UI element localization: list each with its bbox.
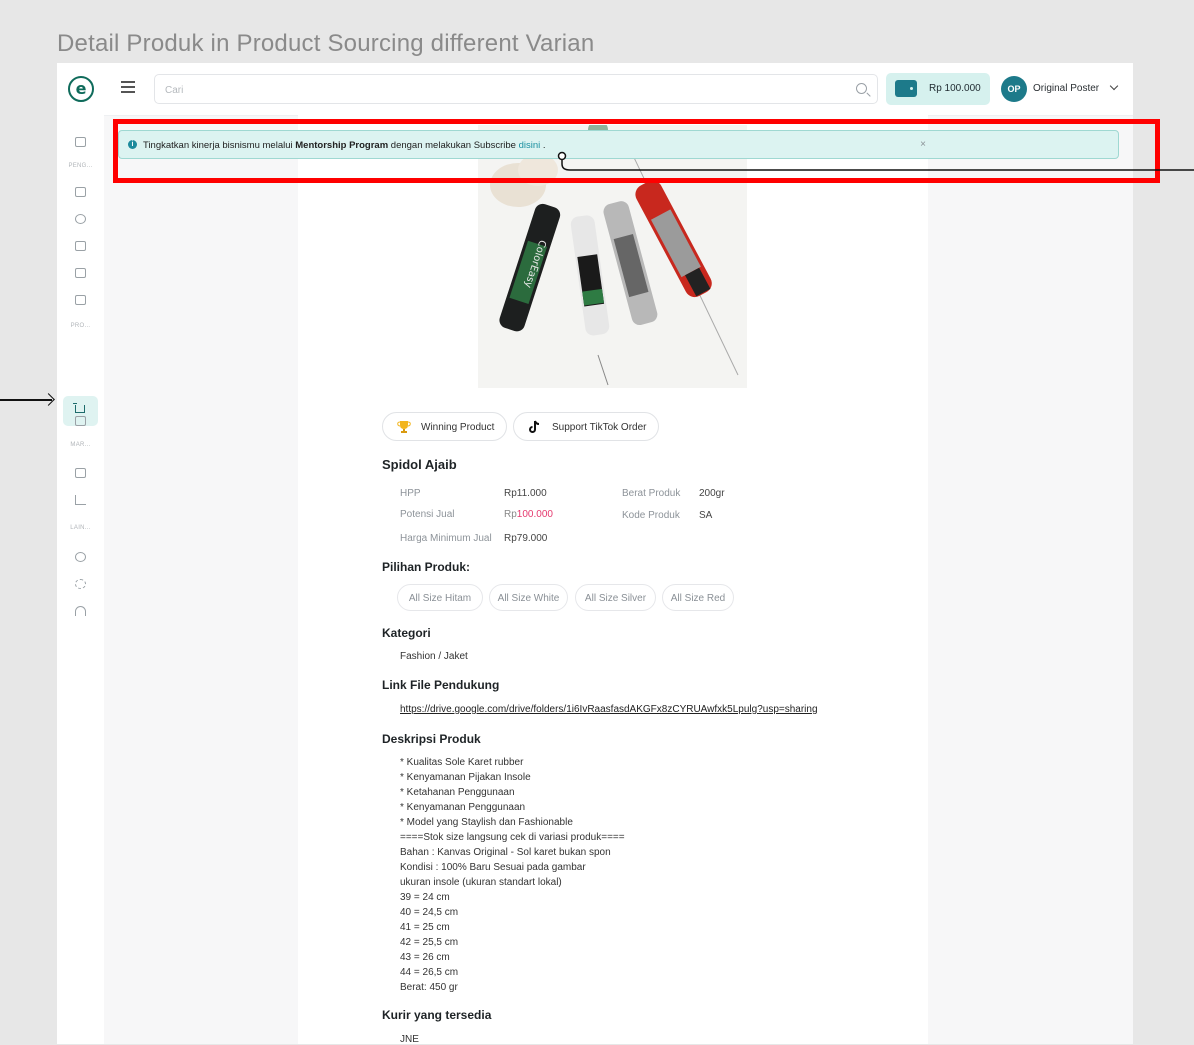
harga-min-label: Harga Minimum Jual bbox=[400, 533, 492, 544]
kode-value: SA bbox=[699, 510, 713, 521]
berat-value: 200gr bbox=[699, 488, 725, 499]
frame-title: Detail Produk in Product Sourcing differ… bbox=[57, 30, 595, 57]
description-line: 44 = 26,5 cm bbox=[400, 967, 459, 978]
search-icon[interactable] bbox=[856, 83, 867, 94]
top-bar: e Rp 100.000 OP Original Poster bbox=[57, 63, 1133, 116]
harga-min-value: Rp79.000 bbox=[504, 533, 548, 544]
description-line: * Kenyamanan Pijakan Insole bbox=[400, 772, 531, 783]
description-title: Deskripsi Produk bbox=[382, 732, 481, 746]
search-box[interactable] bbox=[154, 74, 878, 104]
variant-label: All Size Hitam bbox=[408, 593, 472, 604]
potensi-amount: 100.000 bbox=[516, 509, 553, 520]
tiktok-icon bbox=[529, 420, 540, 433]
avatar[interactable]: OP bbox=[1001, 76, 1027, 102]
megaphone-icon[interactable] bbox=[75, 468, 86, 478]
category-title: Kategori bbox=[382, 626, 431, 640]
hpp-label: HPP bbox=[400, 488, 421, 499]
description-line: * Model yang Staylish dan Fashionable bbox=[400, 817, 573, 828]
cart-icon bbox=[73, 403, 85, 413]
sidebar-section-label: PENG... bbox=[68, 163, 93, 169]
description-line: * Kenyamanan Penggunaan bbox=[400, 802, 526, 813]
tag-label: Winning Product bbox=[421, 422, 495, 433]
wallet-icon bbox=[895, 80, 917, 97]
username[interactable]: Original Poster bbox=[1033, 83, 1099, 94]
sidebar-section-label: MAR... bbox=[70, 442, 91, 448]
variant-label: All Size Silver bbox=[584, 593, 647, 604]
chart-icon[interactable] bbox=[75, 495, 86, 505]
hpp-value: Rp11.000 bbox=[504, 488, 547, 499]
courier-item: JNE bbox=[400, 1034, 419, 1045]
sidebar-section-label: PRO... bbox=[70, 323, 91, 329]
variant-chip[interactable]: All Size Red bbox=[662, 584, 734, 611]
headset-icon[interactable] bbox=[75, 606, 86, 616]
product-name: Spidol Ajaib bbox=[382, 457, 457, 472]
potensi-jual-value: Rp100.000 bbox=[504, 509, 553, 520]
variant-label: All Size White bbox=[497, 593, 560, 604]
catalog-icon[interactable] bbox=[75, 416, 86, 426]
kode-label: Kode Produk bbox=[622, 510, 680, 521]
category-value: Fashion / Jaket bbox=[400, 651, 468, 662]
description-line: ukuran insole (ukuran standart lokal) bbox=[400, 877, 562, 888]
description-line: Kondisi : 100% Baru Sesuai pada gambar bbox=[400, 862, 586, 873]
variant-label: All Size Red bbox=[670, 593, 726, 604]
tag-support-tiktok: Support TikTok Order bbox=[513, 412, 659, 441]
description-line: 39 = 24 cm bbox=[400, 892, 450, 903]
description-line: * Kualitas Sole Karet rubber bbox=[400, 757, 524, 768]
tag-label: Support TikTok Order bbox=[552, 422, 647, 433]
dashboard-icon[interactable] bbox=[75, 137, 86, 147]
chevron-down-icon[interactable] bbox=[1109, 81, 1119, 91]
menu-icon[interactable] bbox=[121, 81, 135, 93]
sidebar-section-label: LAIN... bbox=[70, 525, 91, 531]
trophy-icon bbox=[397, 421, 411, 433]
description-line: 42 = 25,5 cm bbox=[400, 937, 459, 948]
annotation-connector bbox=[557, 151, 1194, 171]
document-icon[interactable] bbox=[75, 268, 86, 278]
description-line: 41 = 25 cm bbox=[400, 922, 450, 933]
supporting-file-link[interactable]: https://drive.google.com/drive/folders/1… bbox=[400, 704, 818, 715]
variant-chip[interactable]: All Size Hitam bbox=[397, 584, 483, 611]
annotation-arrow bbox=[0, 399, 52, 401]
link-title: Link File Pendukung bbox=[382, 678, 500, 692]
variants-title: Pilihan Produk: bbox=[382, 560, 471, 574]
sidebar: PENG... PRO... MAR... LAIN... bbox=[57, 115, 104, 1044]
variant-chip[interactable]: All Size Silver bbox=[575, 584, 656, 611]
app-logo[interactable]: e bbox=[68, 76, 94, 102]
search-input[interactable] bbox=[163, 81, 847, 99]
variant-chip[interactable]: All Size White bbox=[489, 584, 568, 611]
package-icon[interactable] bbox=[75, 214, 86, 224]
warehouse-icon[interactable] bbox=[75, 295, 86, 305]
description-line: ====Stok size langsung cek di variasi pr… bbox=[400, 832, 625, 843]
description-line: * Ketahanan Penggunaan bbox=[400, 787, 515, 798]
berat-label: Berat Produk bbox=[622, 488, 681, 499]
gear-icon[interactable] bbox=[75, 579, 86, 589]
box-icon[interactable] bbox=[75, 187, 86, 197]
wallet-amount: Rp 100.000 bbox=[929, 83, 981, 94]
courier-title: Kurir yang tersedia bbox=[382, 1008, 492, 1022]
description-line: Bahan : Kanvas Original - Sol karet buka… bbox=[400, 847, 611, 858]
currency-prefix: Rp bbox=[504, 509, 517, 520]
potensi-jual-label: Potensi Jual bbox=[400, 509, 455, 520]
description-line: Berat: 450 gr bbox=[400, 982, 458, 993]
description-line: 40 = 24,5 cm bbox=[400, 907, 459, 918]
tag-winning-product: Winning Product bbox=[382, 412, 507, 441]
users-icon[interactable] bbox=[75, 552, 86, 562]
description-line: 43 = 26 cm bbox=[400, 952, 450, 963]
wallet-balance-button[interactable]: Rp 100.000 bbox=[886, 73, 990, 105]
contact-icon[interactable] bbox=[75, 241, 86, 251]
